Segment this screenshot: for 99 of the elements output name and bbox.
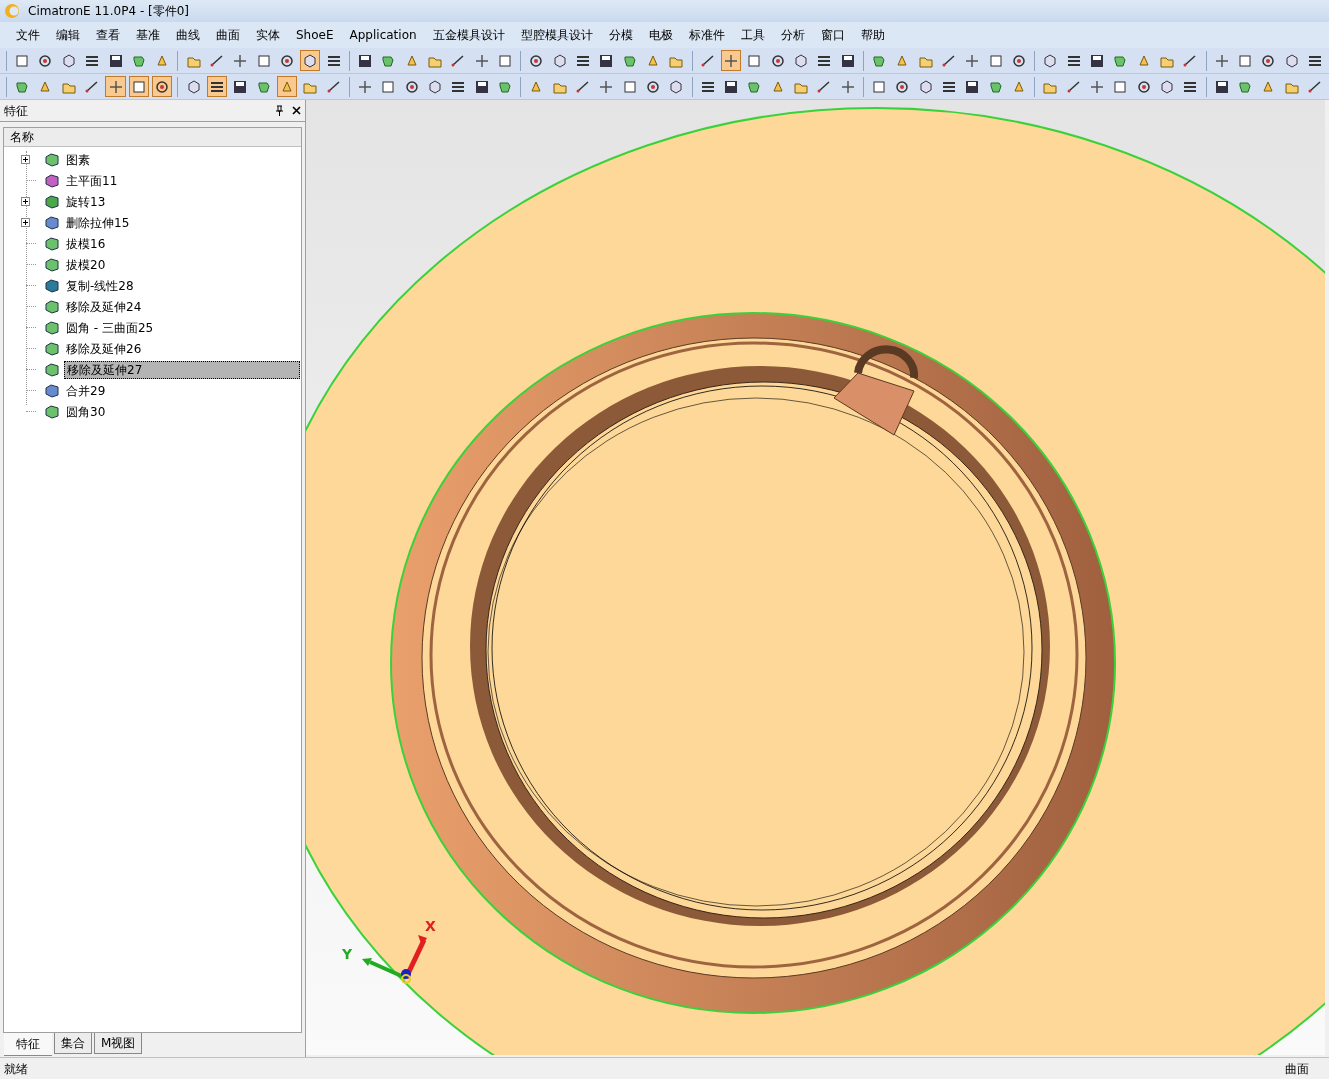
page-icon bbox=[871, 78, 887, 95]
page-icon bbox=[380, 78, 397, 95]
cross-icon bbox=[1213, 52, 1230, 69]
menu-item[interactable]: 查看 bbox=[88, 26, 128, 44]
panel-tab[interactable]: M视图 bbox=[94, 1033, 143, 1054]
menu-item[interactable]: 分模 bbox=[600, 26, 641, 44]
target-icon bbox=[645, 78, 661, 95]
target-icon bbox=[1011, 52, 1028, 69]
column-header[interactable]: 名称 bbox=[4, 128, 301, 147]
tree-item[interactable]: 主平面11 bbox=[64, 171, 120, 190]
menu-item[interactable]: Application bbox=[341, 26, 425, 44]
feature-icon bbox=[44, 193, 60, 210]
page-icon bbox=[1112, 78, 1129, 95]
expand-button[interactable] bbox=[21, 197, 30, 206]
feature-icon bbox=[44, 382, 60, 399]
target-icon bbox=[278, 52, 295, 69]
line-icon bbox=[1065, 78, 1082, 95]
expand-button[interactable] bbox=[21, 218, 30, 227]
tree-item[interactable]: 删除拉伸15 bbox=[64, 213, 132, 232]
menu-item[interactable]: 编辑 bbox=[48, 26, 88, 44]
menu-item[interactable]: 标准件 bbox=[680, 26, 733, 44]
cross-icon bbox=[839, 78, 856, 95]
line-icon bbox=[208, 52, 225, 69]
target-icon bbox=[1260, 52, 1277, 69]
cross-icon bbox=[473, 52, 490, 69]
target-icon bbox=[154, 78, 171, 95]
menu-item[interactable]: 电极 bbox=[640, 26, 681, 44]
feature-icon bbox=[44, 361, 60, 378]
panel-title: 特征 bbox=[4, 102, 28, 120]
feature-icon bbox=[44, 340, 60, 357]
cross-icon bbox=[1089, 78, 1106, 95]
cross-icon bbox=[232, 52, 249, 69]
menu-item[interactable]: 窗口 bbox=[812, 26, 853, 44]
feature-icon bbox=[44, 151, 60, 168]
tree-item[interactable]: 图素 bbox=[64, 150, 92, 169]
page-icon bbox=[1237, 52, 1254, 69]
status-message: 就绪 bbox=[4, 1060, 28, 1078]
feature-icon bbox=[44, 256, 60, 273]
target-icon bbox=[403, 78, 420, 95]
close-icon[interactable] bbox=[292, 106, 301, 115]
page-icon bbox=[130, 78, 147, 95]
app-logo-icon bbox=[4, 3, 20, 19]
menu-item[interactable]: 文件 bbox=[8, 26, 48, 44]
expand-button[interactable] bbox=[21, 155, 30, 164]
tree-item[interactable]: 复制-线性28 bbox=[64, 276, 136, 295]
pin-icon[interactable] bbox=[275, 105, 284, 116]
feature-icon bbox=[44, 403, 60, 420]
menu-item[interactable]: 实体 bbox=[248, 26, 288, 44]
cross-icon bbox=[723, 52, 739, 69]
menu-item[interactable]: 帮助 bbox=[852, 26, 893, 44]
page-icon bbox=[621, 78, 638, 95]
tree-item[interactable]: 旋转13 bbox=[64, 192, 108, 211]
feature-icon bbox=[44, 235, 60, 252]
cross-icon bbox=[356, 78, 373, 95]
cross-icon bbox=[107, 78, 124, 95]
target-icon bbox=[37, 52, 54, 69]
tree-item[interactable]: 合并29 bbox=[64, 381, 108, 400]
menu-item[interactable]: 基准 bbox=[128, 26, 168, 44]
y-axis-label: Y bbox=[342, 945, 353, 964]
status-mode: 曲面 bbox=[1285, 1060, 1310, 1078]
window-title: CimatronE 11.0P4 - [零件0] bbox=[28, 3, 190, 20]
page-icon bbox=[255, 52, 272, 69]
target-icon bbox=[528, 52, 545, 69]
menu-item[interactable]: 工具 bbox=[732, 26, 773, 44]
toolbar-button[interactable] bbox=[206, 76, 228, 97]
menu-item[interactable]: 曲线 bbox=[168, 26, 208, 44]
line-icon bbox=[699, 52, 716, 69]
menu-item[interactable]: 型腔模具设计 bbox=[512, 26, 601, 44]
cross-icon bbox=[598, 78, 615, 95]
tree-item[interactable]: 拔模20 bbox=[64, 255, 108, 274]
feature-icon bbox=[44, 298, 60, 315]
target-icon bbox=[1135, 78, 1152, 95]
cross-icon bbox=[964, 52, 981, 69]
feature-icon bbox=[44, 172, 60, 189]
target-icon bbox=[894, 78, 911, 95]
toolbar-button[interactable] bbox=[152, 76, 173, 97]
x-axis-label: X bbox=[425, 917, 436, 936]
panel-tab[interactable]: 特征 bbox=[4, 1033, 52, 1056]
feature-icon bbox=[44, 277, 60, 294]
menu-item[interactable]: 分析 bbox=[772, 26, 813, 44]
page-icon bbox=[14, 52, 31, 69]
tree-item[interactable]: 移除及延伸27 bbox=[64, 360, 300, 379]
menu-item[interactable]: 五金模具设计 bbox=[424, 26, 513, 44]
page-icon bbox=[987, 52, 1004, 69]
page-icon bbox=[746, 52, 763, 69]
feature-icon bbox=[44, 214, 60, 231]
menu-item[interactable]: 曲面 bbox=[208, 26, 248, 44]
panel-tab[interactable]: 集合 bbox=[54, 1033, 92, 1054]
line-icon bbox=[325, 78, 342, 95]
menu-item[interactable]: ShoeE bbox=[288, 26, 342, 44]
tree-item[interactable]: 移除及延伸26 bbox=[64, 339, 144, 358]
tree-item[interactable]: 圆角 - 三曲面25 bbox=[64, 318, 156, 337]
page-icon bbox=[496, 52, 513, 69]
tree-item[interactable]: 圆角30 bbox=[64, 402, 108, 421]
tree-item[interactable]: 移除及延伸24 bbox=[64, 297, 144, 316]
line-icon bbox=[574, 78, 591, 95]
feature-icon bbox=[44, 319, 60, 336]
tree-item[interactable]: 拔模16 bbox=[64, 234, 108, 253]
target-icon bbox=[769, 52, 786, 69]
